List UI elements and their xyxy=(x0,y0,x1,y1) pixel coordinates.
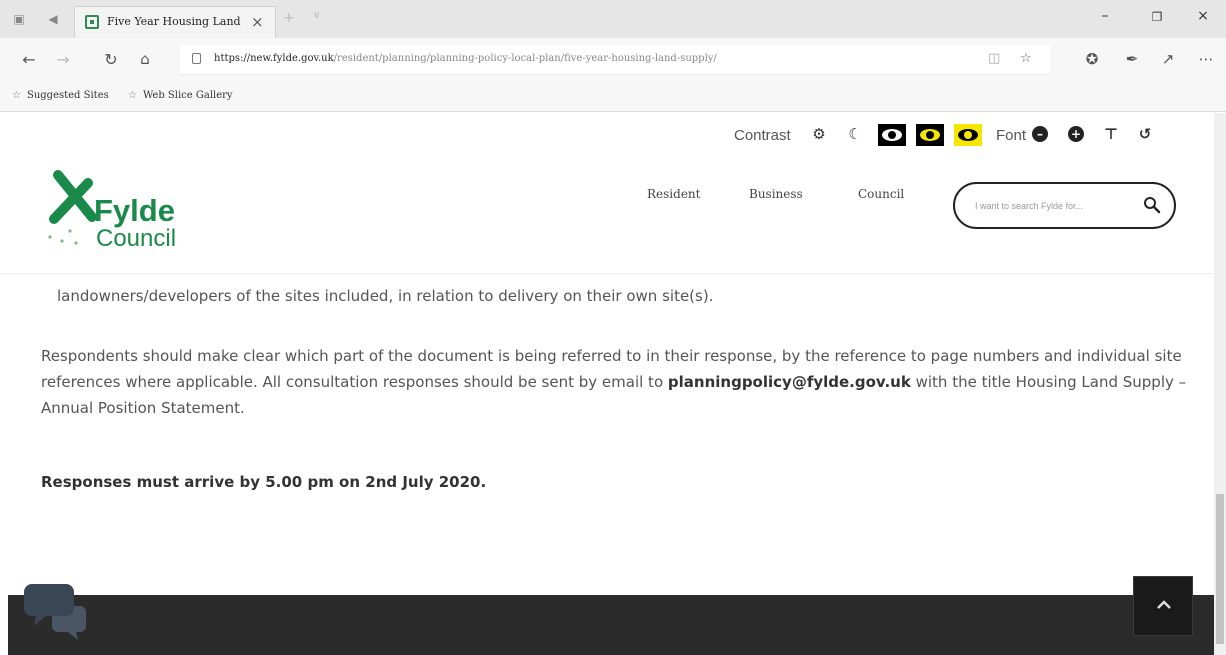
favorites-icon[interactable]: ✪ xyxy=(1080,50,1104,68)
eye-icon[interactable] xyxy=(878,124,906,146)
search-icon[interactable] xyxy=(1143,196,1161,214)
scrollbar-thumb[interactable] xyxy=(1216,494,1224,644)
email-link[interactable]: planningpolicy@fylde.gov.uk xyxy=(668,373,911,391)
url-text[interactable]: https://new.fylde.gov.uk/resident/planni… xyxy=(214,53,717,64)
logo-subtitle: Council xyxy=(96,225,177,252)
star-icon: ☆ xyxy=(12,90,21,101)
site-search xyxy=(953,182,1176,229)
favorites-bar: ☆ Suggested Sites ☆ Web Slice Gallery xyxy=(0,82,1226,112)
browser-titlebar: ▣ ◀ Five Year Housing Land × + ∨ – ❐ × xyxy=(0,0,1226,38)
reset-icon[interactable]: ↺ xyxy=(1132,121,1158,147)
plus-icon[interactable]: + xyxy=(1068,126,1084,142)
site-logo[interactable]: Fylde Council xyxy=(44,169,214,259)
more-icon[interactable]: ⋯ xyxy=(1194,50,1218,68)
page-scrollbar[interactable] xyxy=(1214,113,1226,655)
site-footer xyxy=(8,595,1214,655)
minus-icon[interactable]: – xyxy=(1032,126,1048,142)
favorite-suggested-sites[interactable]: ☆ Suggested Sites xyxy=(12,90,109,101)
eye-icon[interactable] xyxy=(954,124,982,146)
text-size-icon[interactable]: ⊤ xyxy=(1098,121,1124,147)
tab-aside-icon[interactable]: ◀ xyxy=(44,10,62,28)
web-page: Contrast ⚙ ☾ Font – + ⊤ ↺ Fylde Council … xyxy=(0,113,1214,655)
tab-preview-icon[interactable]: ▣ xyxy=(10,10,28,28)
back-icon[interactable]: ← xyxy=(18,50,40,69)
nav-business[interactable]: Business xyxy=(749,187,803,201)
windmill-icon xyxy=(48,170,97,245)
site-header: Fylde Council Resident Business Council xyxy=(0,157,1214,274)
new-tab-icon[interactable]: + xyxy=(283,10,295,26)
nav-resident[interactable]: Resident xyxy=(647,187,700,201)
star-icon: ☆ xyxy=(128,90,137,101)
nav-council[interactable]: Council xyxy=(858,187,904,201)
share-icon[interactable]: ↗ xyxy=(1156,50,1180,68)
forward-icon[interactable]: → xyxy=(52,50,74,69)
lock-icon xyxy=(192,53,201,64)
favicon-icon xyxy=(85,15,99,29)
chat-icon[interactable] xyxy=(22,576,88,642)
maximize-button[interactable]: ❐ xyxy=(1142,10,1172,24)
home-icon[interactable]: ⌂ xyxy=(134,50,156,68)
paragraph-consultation: Respondents should make clear which part… xyxy=(41,347,1187,417)
browser-tab[interactable]: Five Year Housing Land × xyxy=(74,6,276,38)
back-to-top-button[interactable] xyxy=(1133,576,1193,636)
paragraph-partial: landowners/developers of the sites inclu… xyxy=(57,287,714,305)
pen-icon[interactable]: ✒ xyxy=(1120,50,1144,68)
favorite-web-slice-gallery[interactable]: ☆ Web Slice Gallery xyxy=(128,90,233,101)
address-toolbar: ← → ↻ ⌂ https://new.fylde.gov.uk/residen… xyxy=(0,38,1226,82)
minimize-button[interactable]: – xyxy=(1090,8,1120,24)
url-bar[interactable]: https://new.fylde.gov.uk/resident/planni… xyxy=(180,45,1050,75)
refresh-icon[interactable]: ↻ xyxy=(100,50,122,69)
moon-icon[interactable]: ☾ xyxy=(842,121,868,147)
eye-icon[interactable] xyxy=(916,124,944,146)
reading-view-icon[interactable]: ◫ xyxy=(988,51,1000,66)
close-window-button[interactable]: × xyxy=(1188,8,1218,24)
favorite-star-icon[interactable]: ☆ xyxy=(1020,51,1032,66)
search-input[interactable] xyxy=(975,197,1140,215)
logo-name: Fylde xyxy=(94,193,175,228)
chevron-up-icon xyxy=(1157,600,1171,609)
font-label: Font xyxy=(996,127,1027,144)
contrast-label: Contrast xyxy=(734,127,791,144)
tab-title: Five Year Housing Land xyxy=(107,15,241,28)
chevron-down-icon[interactable]: ∨ xyxy=(313,10,320,21)
gear-icon[interactable]: ⚙ xyxy=(806,121,832,147)
close-tab-icon[interactable]: × xyxy=(251,13,264,31)
deadline-text: Responses must arrive by 5.00 pm on 2nd … xyxy=(41,473,487,491)
